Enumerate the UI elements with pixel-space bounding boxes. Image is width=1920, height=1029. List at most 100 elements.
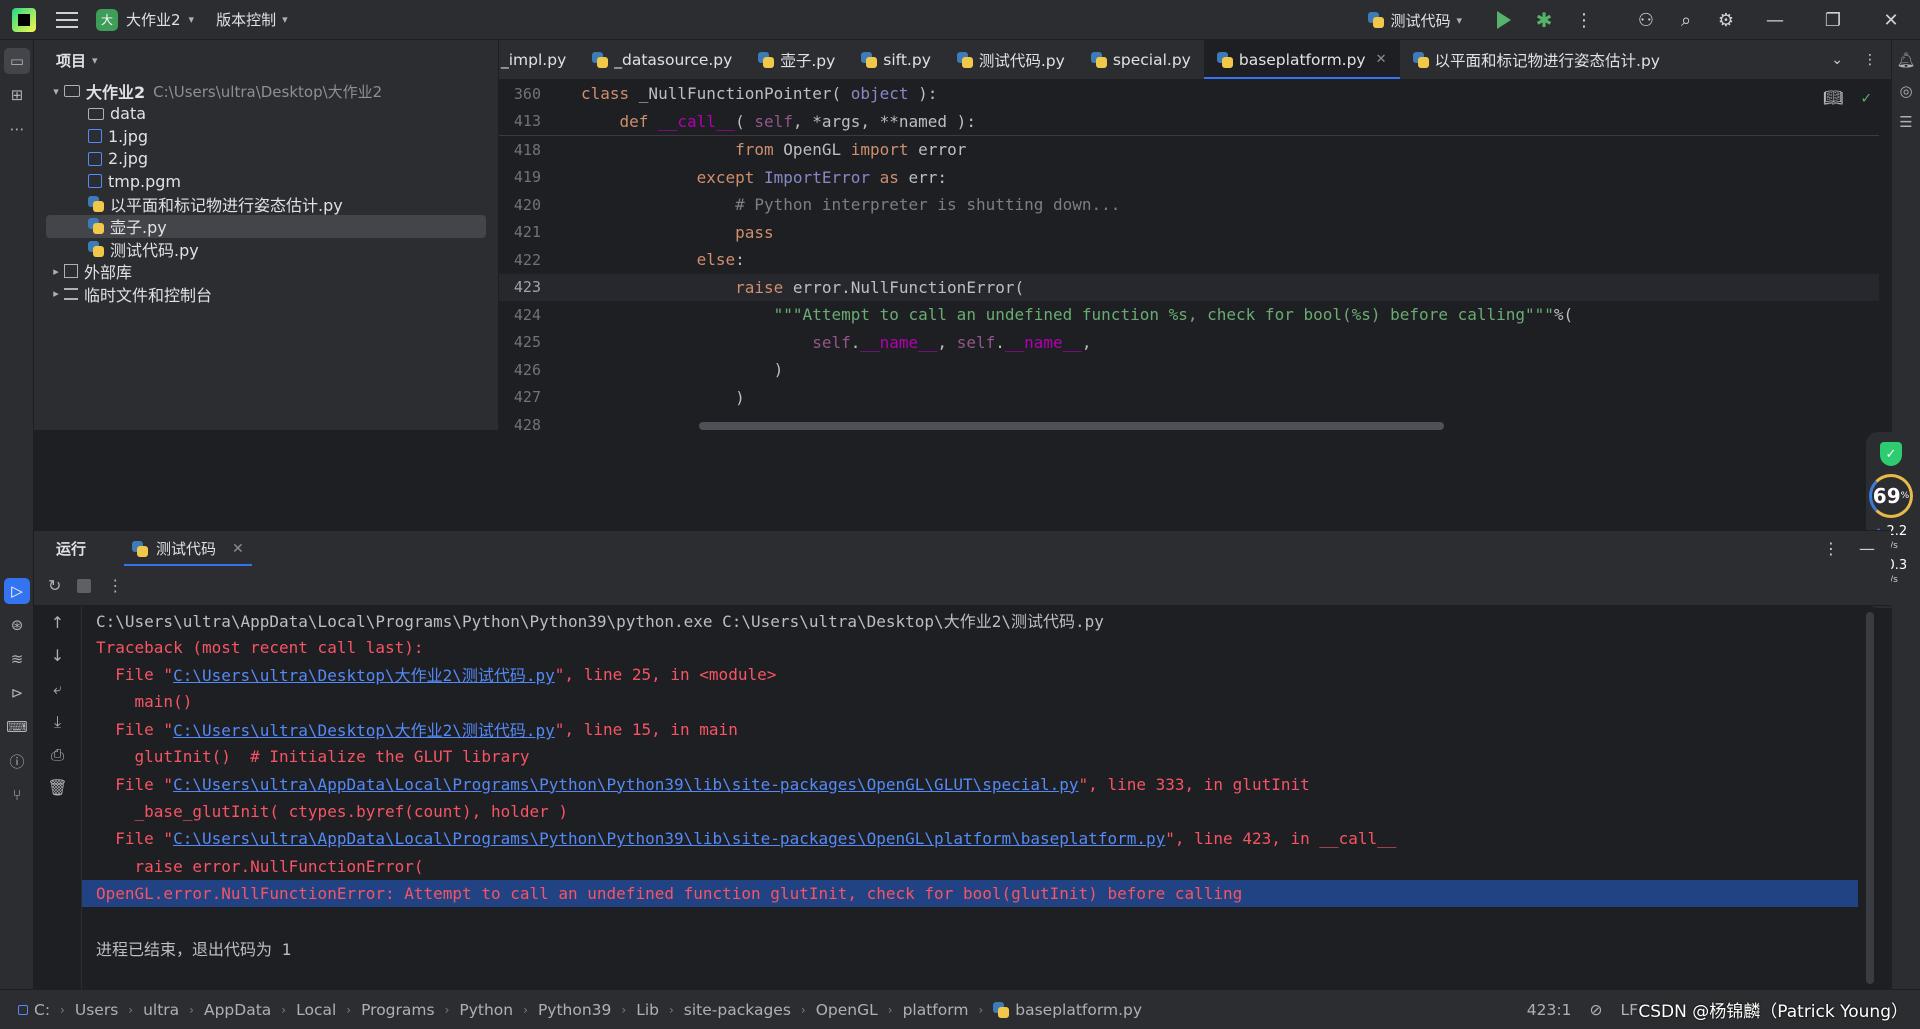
structure-tool-button[interactable]: ⊞ [4,82,30,108]
soft-wrap-icon[interactable]: ⤶ [34,672,81,705]
more-actions-button[interactable]: ⋮ [1564,0,1604,40]
editor-tab[interactable]: _datasource.py [579,40,745,79]
editor-tab[interactable]: sift.py [848,40,944,79]
run-button[interactable] [1484,0,1524,40]
services-button[interactable]: ⊳ [4,680,30,706]
breadcrumb-item[interactable]: site-packages [684,1001,791,1019]
ai-assistant-button[interactable]: ◎ [1895,80,1917,102]
run-console[interactable]: C:\Users\ultra\AppData\Local\Programs\Py… [82,606,1872,989]
console-vertical-scrollbar[interactable] [1866,612,1874,984]
main-menu-icon[interactable] [56,11,78,28]
breadcrumb-item[interactable]: Python [459,1001,513,1019]
code-token: __call__ [658,111,736,131]
editor-tab[interactable]: 以平面和标记物进行姿态估计.py [1400,40,1673,79]
inspection-ok-icon[interactable]: ✓ [1861,88,1871,107]
code-editor[interactable]: 360 class _NullFunctionPointer( object ):… [499,80,1879,430]
search-button[interactable]: ⌕ [1666,0,1706,40]
breadcrumb-item[interactable]: Local [296,1001,336,1019]
project-tool-button[interactable]: ▭ [4,48,30,74]
python-console-button[interactable]: ⊛ [4,612,30,638]
editor-tab[interactable]: baseplatform.py ✕ [1203,40,1400,79]
editor-tab[interactable]: special.py [1078,40,1204,79]
search-icon: ⌕ [1680,9,1692,31]
git-button[interactable]: ⑂ [4,782,30,808]
services-icon: ⊳ [10,684,24,702]
chevron-right-icon: › [189,1002,194,1017]
code-token: self [812,332,851,352]
tree-external-libs[interactable]: ▸ 外部库 [34,260,498,283]
code-line: 419 except ImportError as err: [499,164,1879,192]
minimize-panel-icon[interactable]: — [1859,539,1875,558]
more-vertical-icon[interactable]: ⋮ [1823,539,1839,558]
breadcrumb-item[interactable]: Programs [361,1001,434,1019]
breadcrumb-item[interactable]: OpenGL [816,1001,878,1019]
stop-icon[interactable] [77,578,92,593]
tabs-dropdown-icon[interactable]: ⌄ [1831,52,1843,68]
console-text: File " [96,829,174,849]
console-text: main() [96,692,193,712]
scroll-to-end-icon[interactable]: ⤓ [34,705,81,738]
reader-mode-icon[interactable]: 📖︎ [1823,88,1843,107]
code-token: error [918,140,967,160]
tree-item[interactable]: 壶子.py [46,215,486,238]
close-icon[interactable]: ✕ [232,541,244,557]
breadcrumb-item[interactable]: AppData [204,1001,271,1019]
minimize-button[interactable]: — [1746,0,1804,40]
tree-item[interactable]: 2.jpg [34,148,498,171]
editor-tab[interactable]: 壶子.py [745,40,848,79]
editor-horizontal-scrollbar[interactable] [699,422,1444,430]
more-tools-button[interactable]: ⋯ [4,116,30,142]
more-vertical-icon[interactable]: ⋮ [107,576,123,595]
breadcrumb-item[interactable]: Lib [636,1001,659,1019]
more-vertical-icon[interactable]: ⋮ [1863,52,1877,68]
project-panel-header[interactable]: 项目 ▾ [34,40,498,80]
vcs-menu[interactable]: 版本控制 ▾ [216,9,288,30]
breadcrumb-item[interactable]: baseplatform.py [1015,1001,1142,1019]
breadcrumb-item[interactable]: ultra [143,1001,179,1019]
rerun-icon[interactable]: ↻ [48,576,61,595]
tree-item[interactable]: data [34,103,498,126]
run-tab[interactable]: 测试代码 ✕ [124,531,252,567]
restore-button[interactable]: ❐ [1804,0,1862,40]
run-config-selector[interactable]: 测试代码 ▾ [1368,10,1462,31]
scroll-up-icon[interactable]: ↑ [34,606,81,639]
breadcrumb-item[interactable]: Users [75,1001,118,1019]
breadcrumb-item[interactable]: Python39 [538,1001,611,1019]
debug-button[interactable]: ✱ [1524,0,1564,40]
tree-item-label: 2.jpg [108,149,149,169]
tree-root[interactable]: ▾ 大作业2 C:\Users\ultra\Desktop\大作业2 [34,80,498,103]
scroll-down-icon[interactable]: ↓ [34,639,81,672]
tree-item[interactable]: 1.jpg [34,125,498,148]
editor-tab[interactable]: 测试代码.py [944,40,1078,79]
notifications-button[interactable]: 🔔︎ [1895,49,1917,71]
run-panel-title: 运行 [56,540,87,558]
settings-button[interactable]: ⚙ [1706,0,1746,40]
add-user-button[interactable]: ⚇ [1626,0,1666,40]
tree-item[interactable]: tmp.pgm [34,170,498,193]
trash-icon[interactable]: 🗑︎ [34,771,81,804]
line-ending[interactable]: LF [1620,1001,1638,1019]
console-file-link[interactable]: C:\Users\ultra\Desktop\大作业2\测试代码.py [173,717,555,741]
close-button[interactable]: ✕ [1862,0,1920,40]
no-vcs-icon[interactable]: ⊘ [1589,1001,1602,1019]
breadcrumb-item[interactable]: platform [903,1001,969,1019]
console-file-link[interactable]: C:\Users\ultra\AppData\Local\Programs\Py… [173,829,1165,848]
tree-scratches[interactable]: ▸ 临时文件和控制台 [34,283,498,306]
console-file-link[interactable]: C:\Users\ultra\Desktop\大作业2\测试代码.py [173,662,555,686]
console-line: 进程已结束，退出代码为 1 [82,935,1872,962]
run-tool-button[interactable]: ▷ [4,578,30,604]
editor-tab[interactable]: _impl.py [499,40,579,79]
packages-button[interactable]: ≋ [4,646,30,672]
print-icon[interactable]: ⎙ [34,738,81,771]
problems-button[interactable]: ⓘ [4,748,30,774]
project-switcher[interactable]: 大 大作业2 ▾ [96,8,194,31]
caret-position[interactable]: 423:1 [1527,1001,1572,1019]
tree-item[interactable]: 以平面和标记物进行姿态估计.py [34,193,498,216]
console-line: File " C:\Users\ultra\Desktop\大作业2\测试代码.p… [82,661,1872,688]
close-icon[interactable]: ✕ [1376,52,1387,67]
breadcrumb-item[interactable]: C: [34,1001,50,1019]
console-file-link[interactable]: C:\Users\ultra\AppData\Local\Programs\Py… [173,775,1078,794]
terminal-button[interactable]: ⌨ [4,714,30,740]
database-button[interactable]: ☰ [1895,111,1917,133]
tree-item[interactable]: 测试代码.py [34,238,498,261]
